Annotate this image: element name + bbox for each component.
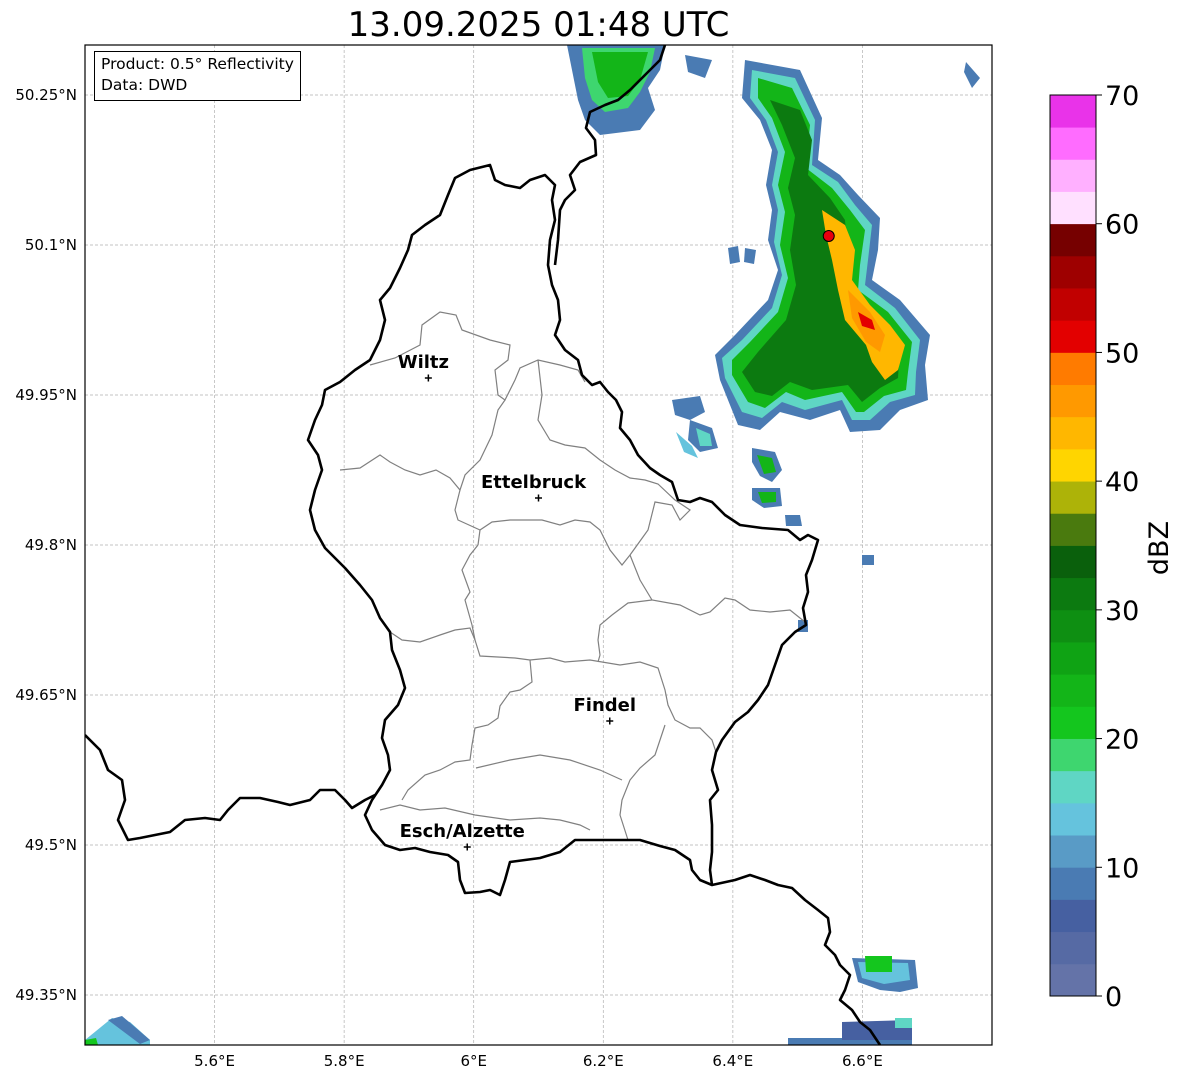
colorbar-segment xyxy=(1050,867,1096,900)
radar-site-marker xyxy=(822,230,835,242)
colorbar-segment xyxy=(1050,609,1096,643)
colorbar-tick-label: 10 xyxy=(1105,853,1139,884)
info-box: Product: 0.5° Reflectivity Data: DWD xyxy=(94,51,301,101)
luxembourg-border xyxy=(306,163,820,897)
colorbar-segment xyxy=(1050,545,1096,579)
product-label: Product: 0.5° Reflectivity xyxy=(101,55,294,73)
colorbar-tick-label: 70 xyxy=(1105,81,1139,112)
lon-tick-label: 5.6°E xyxy=(194,1052,235,1070)
lat-tick-label: 49.35°N xyxy=(15,986,77,1004)
colorbar-segment xyxy=(1050,384,1096,418)
colorbar-segment xyxy=(1050,802,1096,836)
colorbar-segment xyxy=(1050,738,1096,772)
radar-map: WiltzEttelbruckFindelEsch/Alzette 5.6°E 5… xyxy=(15,44,1175,1070)
lat-tick-label: 49.8°N xyxy=(25,536,77,554)
colorbar-segment xyxy=(1050,931,1096,965)
colorbar-segment xyxy=(1050,416,1096,450)
colorbar-tick-label: 30 xyxy=(1105,596,1139,627)
colorbar-segment xyxy=(1050,835,1096,868)
colorbar-segment xyxy=(1050,577,1096,611)
colorbar-segment xyxy=(1050,706,1096,739)
colorbar-segment xyxy=(1050,127,1096,160)
lat-tick-label: 49.65°N xyxy=(15,686,77,704)
city-esch-alzette: Esch/Alzette xyxy=(400,821,525,851)
colorbar-segment xyxy=(1050,448,1096,482)
colorbar-segment xyxy=(1050,642,1096,675)
city-label: Wiltz xyxy=(398,352,449,373)
colorbar-segment xyxy=(1050,191,1096,225)
colorbar-tick-label: 60 xyxy=(1105,210,1139,241)
colorbar-segment xyxy=(1050,674,1096,707)
colorbar-segment xyxy=(1050,255,1096,289)
colorbar-segment xyxy=(1050,899,1096,933)
colorbar-segment xyxy=(1050,963,1096,997)
lon-tick-label: 6.2°E xyxy=(583,1052,624,1070)
lat-tick-label: 49.5°N xyxy=(25,836,77,854)
colorbar-tick-label: 20 xyxy=(1105,725,1139,756)
colorbar-segment xyxy=(1050,513,1096,546)
colorbar-unit-label: dBZ xyxy=(1144,521,1175,575)
colorbar-segment xyxy=(1050,159,1096,192)
colorbar-tick-label: 0 xyxy=(1105,982,1122,1013)
colorbar-segment xyxy=(1050,95,1096,128)
latitude-ticks: 50.25°N 50.1°N 49.95°N 49.8°N 49.65°N 49.5°N 4… xyxy=(15,86,77,1004)
city-wiltz: Wiltz xyxy=(398,352,449,382)
lon-tick-label: 6.4°E xyxy=(712,1052,753,1070)
city-findel: Findel xyxy=(573,695,636,725)
city-label: Ettelbruck xyxy=(481,472,587,493)
colorbar-tick-label: 50 xyxy=(1105,338,1139,369)
lon-tick-label: 6.6°E xyxy=(842,1052,883,1070)
lat-tick-label: 49.95°N xyxy=(15,386,77,404)
colorbar-segment xyxy=(1050,223,1096,257)
data-source-label: Data: DWD xyxy=(101,76,188,94)
lat-tick-label: 50.1°N xyxy=(25,236,77,254)
colorbar-tick-label: 40 xyxy=(1105,467,1139,498)
colorbar-segment xyxy=(1050,320,1096,353)
colorbar: 0 10 20 30 40 50 60 70 dBZ xyxy=(1049,81,1175,1013)
colorbar-segment xyxy=(1050,288,1096,321)
city-label: Findel xyxy=(573,695,636,716)
belgium-france-border xyxy=(85,734,376,842)
colorbar-segment xyxy=(1050,352,1096,386)
city-label: Esch/Alzette xyxy=(400,821,525,842)
longitude-ticks: 5.6°E 5.8°E 6°E 6.2°E 6.4°E 6.6°E xyxy=(194,1052,883,1070)
city-markers: Wiltz Ettelbruck Findel Esch/Alzette xyxy=(398,352,636,851)
city-ettelbruck: Ettelbruck xyxy=(481,472,587,502)
lon-tick-label: 5.8°E xyxy=(324,1052,365,1070)
colorbar-segment xyxy=(1050,481,1096,514)
lon-tick-label: 6°E xyxy=(460,1052,487,1070)
lat-tick-label: 50.25°N xyxy=(15,86,77,104)
colorbar-segment xyxy=(1050,770,1096,804)
